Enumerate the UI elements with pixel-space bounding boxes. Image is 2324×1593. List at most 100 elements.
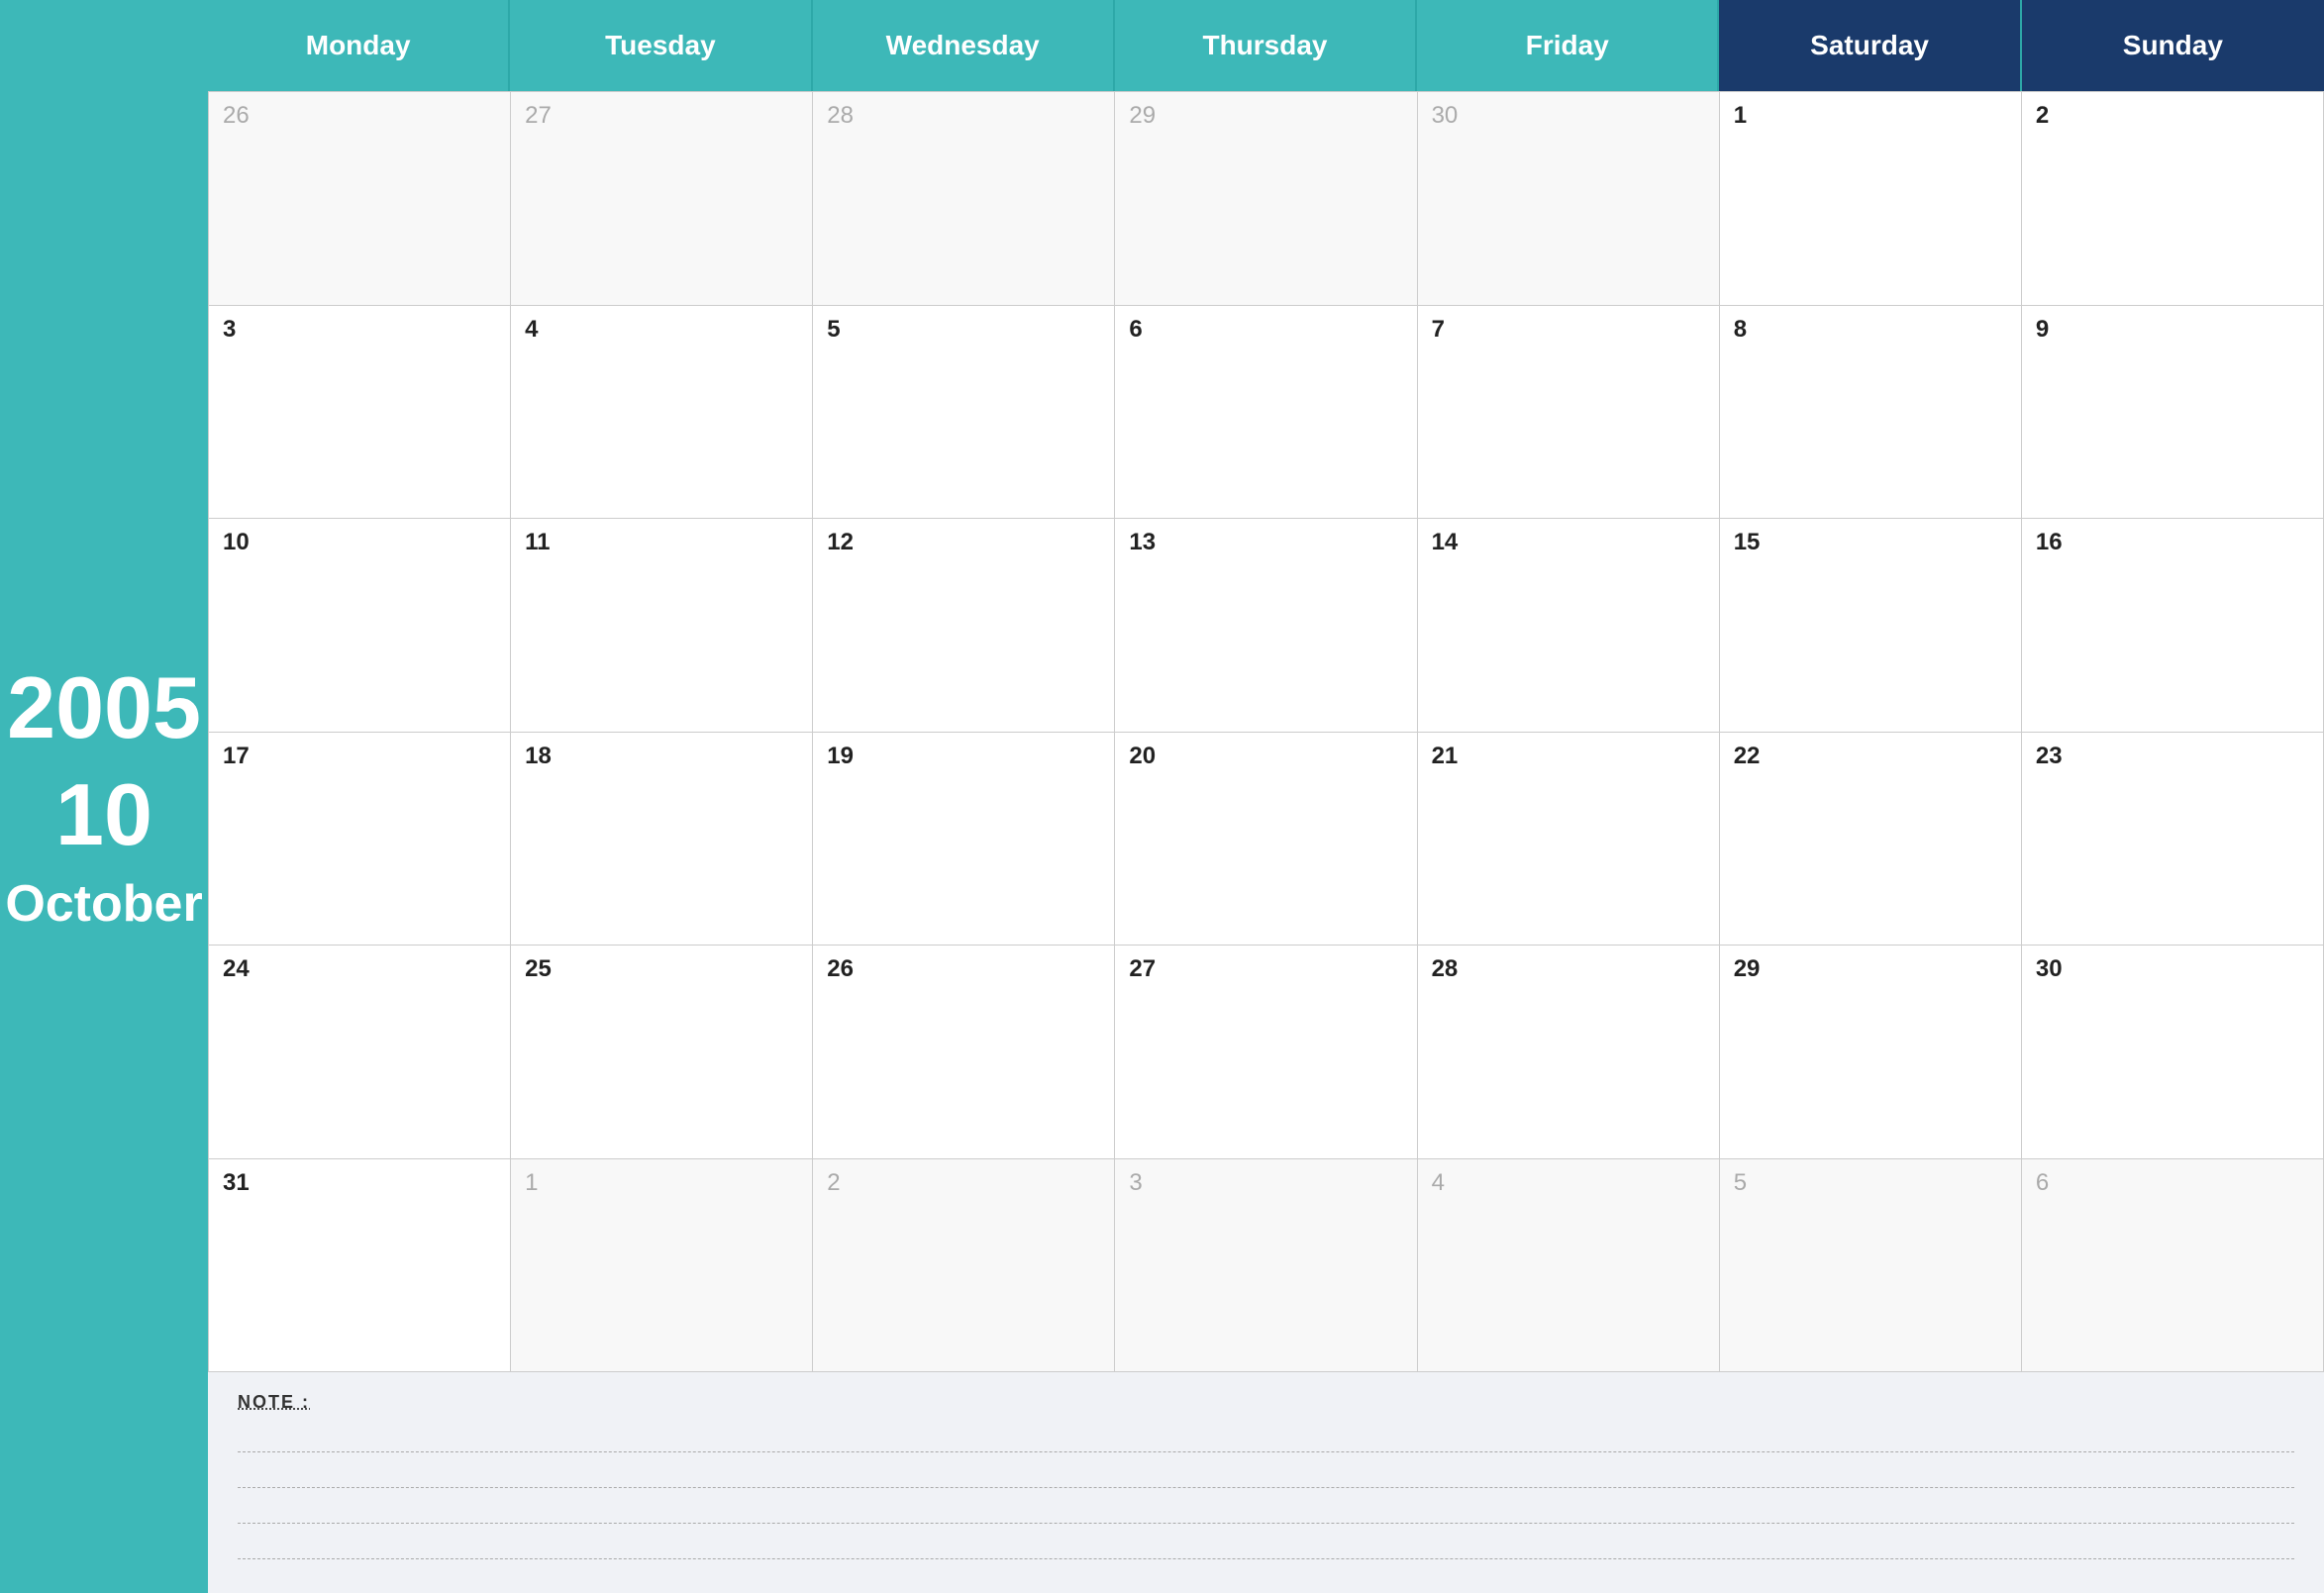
day-cell[interactable]: 7 xyxy=(1418,306,1720,520)
day-cell[interactable]: 19 xyxy=(813,733,1115,946)
day-number: 17 xyxy=(223,743,496,770)
day-cell[interactable]: 2 xyxy=(813,1159,1115,1373)
calendar-area: Monday Tuesday Wednesday Thursday Friday… xyxy=(208,0,2324,1593)
day-cell[interactable]: 22 xyxy=(1720,733,2022,946)
day-number: 18 xyxy=(525,743,798,770)
day-cell[interactable]: 21 xyxy=(1418,733,1720,946)
day-cell[interactable]: 3 xyxy=(1115,1159,1417,1373)
day-cell[interactable]: 10 xyxy=(209,519,511,733)
day-cell[interactable]: 14 xyxy=(1418,519,1720,733)
day-cell[interactable]: 30 xyxy=(1418,92,1720,306)
day-number: 10 xyxy=(223,529,496,556)
note-line-2 xyxy=(238,1456,2294,1488)
day-cell[interactable]: 29 xyxy=(1115,92,1417,306)
day-cell[interactable]: 28 xyxy=(813,92,1115,306)
day-number: 30 xyxy=(2036,955,2309,983)
day-cell[interactable]: 5 xyxy=(1720,1159,2022,1373)
day-cell[interactable]: 6 xyxy=(1115,306,1417,520)
day-number: 3 xyxy=(1129,1169,1402,1197)
day-number: 26 xyxy=(827,955,1100,983)
day-number: 29 xyxy=(1129,102,1402,130)
day-cell[interactable]: 3 xyxy=(209,306,511,520)
day-cell[interactable]: 31 xyxy=(209,1159,511,1373)
day-number: 16 xyxy=(2036,529,2309,556)
header-thursday: Thursday xyxy=(1115,0,1417,91)
year-label: 2005 xyxy=(7,664,201,751)
day-number: 2 xyxy=(827,1169,1100,1197)
day-cell[interactable]: 1 xyxy=(1720,92,2022,306)
day-cell[interactable]: 1 xyxy=(511,1159,813,1373)
day-number: 5 xyxy=(1734,1169,2007,1197)
day-cell[interactable]: 20 xyxy=(1115,733,1417,946)
day-number: 26 xyxy=(223,102,496,130)
day-number: 13 xyxy=(1129,529,1402,556)
day-number: 3 xyxy=(223,316,496,344)
day-number: 2 xyxy=(2036,102,2309,130)
day-cell[interactable]: 4 xyxy=(1418,1159,1720,1373)
day-number: 4 xyxy=(1432,1169,1705,1197)
day-cell[interactable]: 6 xyxy=(2022,1159,2324,1373)
day-number: 8 xyxy=(1734,316,2007,344)
day-number: 30 xyxy=(1432,102,1705,130)
header-tuesday: Tuesday xyxy=(510,0,812,91)
header-sunday: Sunday xyxy=(2022,0,2324,91)
sidebar: 2005 10 October xyxy=(0,0,208,1593)
day-cell[interactable]: 2 xyxy=(2022,92,2324,306)
note-label: NOTE : xyxy=(238,1392,2294,1413)
day-cell[interactable]: 16 xyxy=(2022,519,2324,733)
header-wednesday: Wednesday xyxy=(813,0,1115,91)
day-cell[interactable]: 27 xyxy=(1115,946,1417,1159)
day-cell[interactable]: 26 xyxy=(209,92,511,306)
day-number: 11 xyxy=(525,529,798,556)
day-cell[interactable]: 26 xyxy=(813,946,1115,1159)
day-number: 28 xyxy=(827,102,1100,130)
day-cell[interactable]: 13 xyxy=(1115,519,1417,733)
day-number: 19 xyxy=(827,743,1100,770)
day-number: 27 xyxy=(1129,955,1402,983)
day-number: 25 xyxy=(525,955,798,983)
day-cell[interactable]: 18 xyxy=(511,733,813,946)
header-monday: Monday xyxy=(208,0,510,91)
day-number: 23 xyxy=(2036,743,2309,770)
month-name-label: October xyxy=(5,878,202,930)
day-cell[interactable]: 4 xyxy=(511,306,813,520)
header-friday: Friday xyxy=(1417,0,1719,91)
day-number: 12 xyxy=(827,529,1100,556)
day-number: 9 xyxy=(2036,316,2309,344)
day-number: 21 xyxy=(1432,743,1705,770)
day-number: 7 xyxy=(1432,316,1705,344)
day-number: 6 xyxy=(1129,316,1402,344)
calendar-grid: 2627282930123456789101112131415161718192… xyxy=(208,91,2324,1372)
day-cell[interactable]: 24 xyxy=(209,946,511,1159)
day-number: 15 xyxy=(1734,529,2007,556)
day-cell[interactable]: 29 xyxy=(1720,946,2022,1159)
day-cell[interactable]: 11 xyxy=(511,519,813,733)
day-number: 28 xyxy=(1432,955,1705,983)
day-number: 31 xyxy=(223,1169,496,1197)
day-cell[interactable]: 9 xyxy=(2022,306,2324,520)
day-cell[interactable]: 30 xyxy=(2022,946,2324,1159)
day-cell[interactable]: 15 xyxy=(1720,519,2022,733)
note-line-4 xyxy=(238,1528,2294,1559)
day-number: 5 xyxy=(827,316,1100,344)
day-cell[interactable]: 17 xyxy=(209,733,511,946)
calendar-page: 2005 10 October Monday Tuesday Wednesday… xyxy=(0,0,2324,1593)
note-section: NOTE : xyxy=(208,1372,2324,1593)
day-number: 24 xyxy=(223,955,496,983)
month-number-label: 10 xyxy=(55,771,152,858)
day-number: 20 xyxy=(1129,743,1402,770)
day-cell[interactable]: 12 xyxy=(813,519,1115,733)
note-line-3 xyxy=(238,1492,2294,1524)
day-number: 1 xyxy=(1734,102,2007,130)
note-line-1 xyxy=(238,1421,2294,1452)
day-cell[interactable]: 5 xyxy=(813,306,1115,520)
day-cell[interactable]: 28 xyxy=(1418,946,1720,1159)
day-number: 22 xyxy=(1734,743,2007,770)
day-cell[interactable]: 27 xyxy=(511,92,813,306)
day-number: 14 xyxy=(1432,529,1705,556)
day-number: 4 xyxy=(525,316,798,344)
day-cell[interactable]: 23 xyxy=(2022,733,2324,946)
day-cell[interactable]: 25 xyxy=(511,946,813,1159)
calendar-header: Monday Tuesday Wednesday Thursday Friday… xyxy=(208,0,2324,91)
day-cell[interactable]: 8 xyxy=(1720,306,2022,520)
